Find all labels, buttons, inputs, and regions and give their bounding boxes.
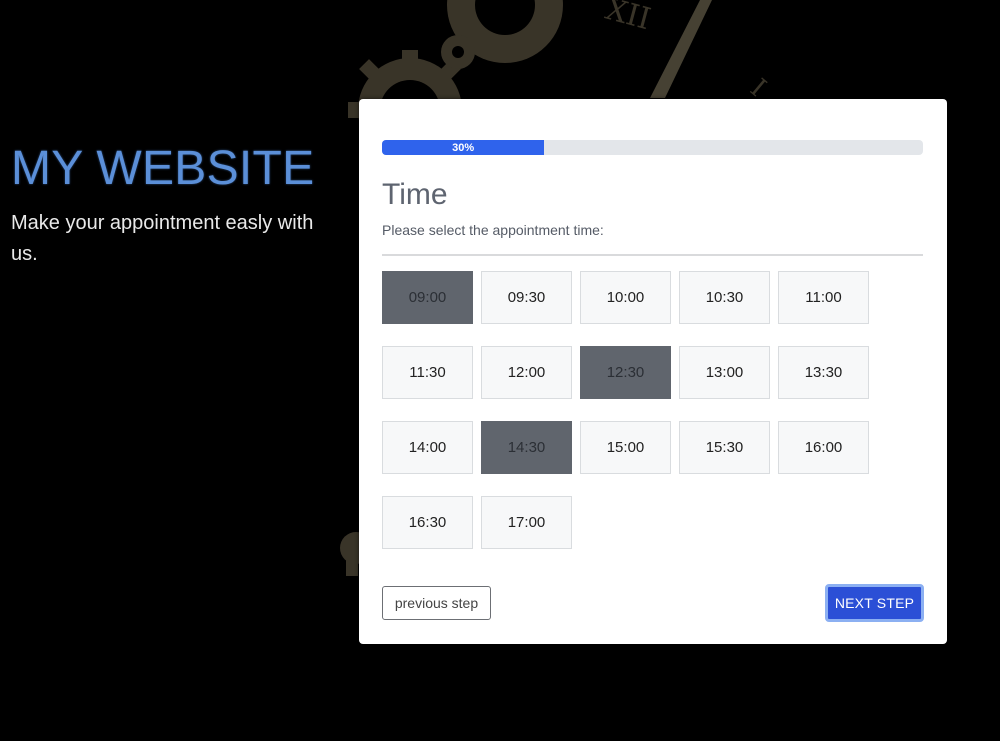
time-slot[interactable]: 13:00 <box>679 346 770 399</box>
step-subtitle: Please select the appointment time: <box>382 222 604 238</box>
time-slot[interactable]: 16:00 <box>778 421 869 474</box>
site-title: MY WEBSITE <box>11 142 315 195</box>
time-slot[interactable]: 12:00 <box>481 346 572 399</box>
time-slot[interactable]: 10:00 <box>580 271 671 324</box>
site-tagline: Make your appointment easly with us. <box>11 212 314 265</box>
progress-bar: 30% <box>382 140 923 155</box>
svg-text:XII: XII <box>602 0 655 37</box>
time-slot: 09:00 <box>382 271 473 324</box>
time-slot-grid: 09:00 09:30 10:00 10:30 11:00 11:30 12:00 12:30… <box>382 271 882 549</box>
time-slot[interactable]: 09:30 <box>481 271 572 324</box>
time-slot[interactable]: 10:30 <box>679 271 770 324</box>
previous-step-button[interactable]: previous step <box>382 586 491 620</box>
page: XII I MY WEBSITE Make your appointment e… <box>0 0 1000 741</box>
progress-fill: 30% <box>382 140 545 155</box>
time-slot[interactable]: 15:30 <box>679 421 770 474</box>
time-slot: 14:30 <box>481 421 572 474</box>
time-slot[interactable]: 17:00 <box>481 496 572 549</box>
booking-card: 30% Time Please select the appointment t… <box>359 99 947 644</box>
time-slot[interactable]: 15:00 <box>580 421 671 474</box>
progress-label: 30% <box>452 141 475 154</box>
next-step-button[interactable]: NEXT STEP <box>825 584 924 622</box>
time-slot: 12:30 <box>580 346 671 399</box>
hero: MY WEBSITE Make your appointment easly w… <box>11 140 341 270</box>
time-slot[interactable]: 11:30 <box>382 346 473 399</box>
time-slot[interactable]: 14:00 <box>382 421 473 474</box>
time-slot[interactable]: 11:00 <box>778 271 869 324</box>
time-slot[interactable]: 13:30 <box>778 346 869 399</box>
step-title: Time <box>382 178 448 211</box>
divider <box>382 254 923 256</box>
time-slot[interactable]: 16:30 <box>382 496 473 549</box>
